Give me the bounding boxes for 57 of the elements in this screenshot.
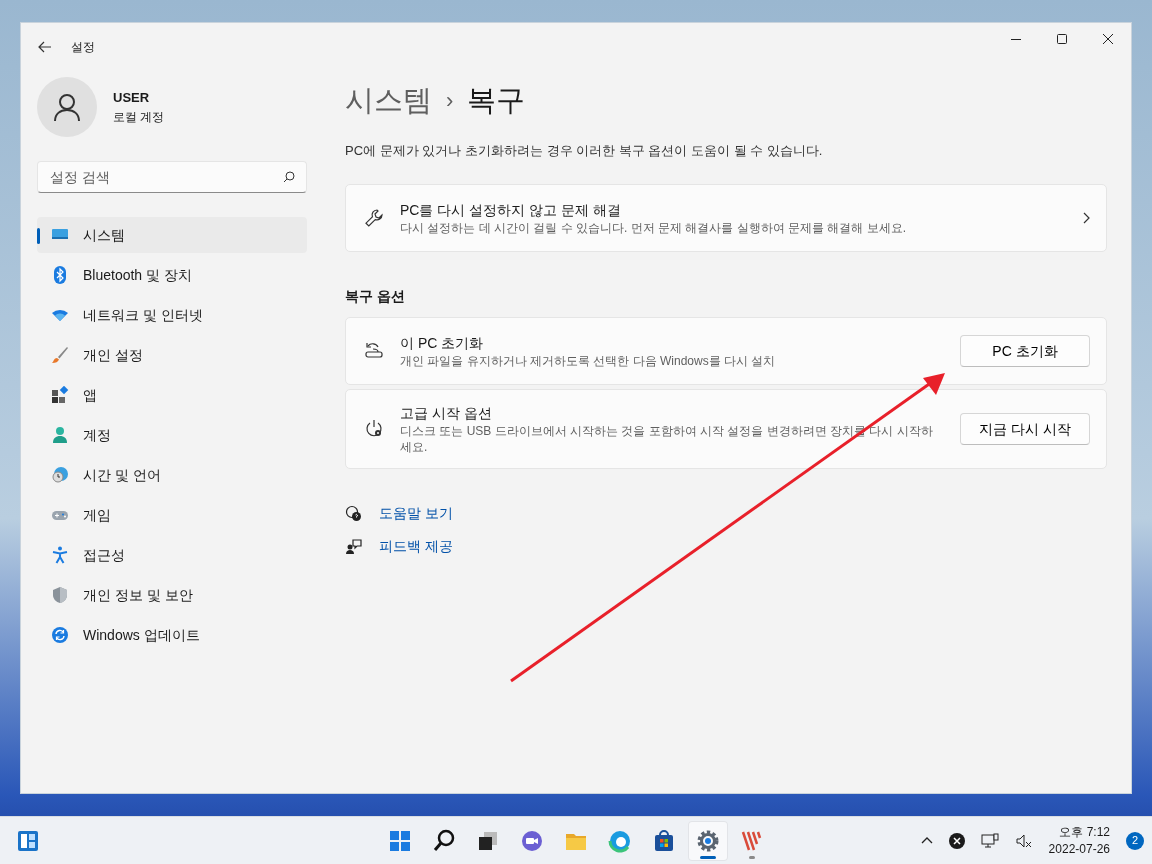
search-icon: [283, 171, 295, 183]
help-icon: [345, 504, 363, 523]
sidebar-item[interactable]: Bluetooth 및 장치: [37, 257, 307, 293]
sidebar-item[interactable]: 개인 정보 및 보안: [37, 577, 307, 613]
troubleshoot-card[interactable]: PC를 다시 설정하지 않고 문제 해결 다시 설정하는 데 시간이 걸릴 수 있습니다. 먼저 문제 해결사를 실행하여 문제를 해결해 보세요.: [345, 184, 1107, 252]
option-title: 이 PC 초기화: [400, 333, 485, 353]
page-description: PC에 문제가 있거나 초기화하려는 경우 이러한 복구 옵션이 도움이 될 수 있습니다.: [345, 141, 824, 160]
account-type: 로컬 계정: [113, 108, 165, 126]
sidebar-item[interactable]: 게임: [37, 497, 307, 533]
sidebar-item[interactable]: 앱: [37, 377, 307, 413]
troubleshoot-description: 다시 설정하는 데 시간이 걸릴 수 있습니다. 먼저 문제 해결사를 실행하여 문제를 해결해 보세요.: [400, 220, 907, 237]
paintbrush-icon: [51, 346, 69, 364]
section-title: 복구 옵션: [345, 287, 406, 306]
user-name: USER: [113, 89, 151, 108]
bluetooth-icon: [51, 266, 69, 284]
sidebar-item[interactable]: 시스템: [37, 217, 307, 253]
sidebar-item[interactable]: 개인 설정: [37, 337, 307, 373]
option-button[interactable]: PC 초기화: [960, 335, 1090, 367]
sidebar-item[interactable]: 네트워크 및 인터넷: [37, 297, 307, 333]
reset-pc-icon: [364, 341, 384, 361]
network-icon[interactable]: [980, 832, 999, 849]
minimize-icon[interactable]: [1011, 38, 1021, 40]
chevron-up-icon[interactable]: [920, 837, 933, 844]
apps-icon: [51, 386, 69, 404]
clock-date[interactable]: 2022-07-26: [1048, 840, 1110, 857]
window-title: 설정: [71, 39, 95, 56]
close-circle-icon[interactable]: [948, 832, 965, 849]
person-icon: [51, 426, 69, 444]
feedback-icon: [345, 537, 363, 556]
wrench-icon: [364, 208, 384, 228]
back-icon[interactable]: [38, 41, 52, 53]
sidebar-item[interactable]: 계정: [37, 417, 307, 453]
breadcrumb-separator: ›: [446, 87, 454, 116]
troubleshoot-title: PC를 다시 설정하지 않고 문제 해결: [400, 200, 622, 220]
sidebar-item[interactable]: 접근성: [37, 537, 307, 573]
help-link[interactable]: 피드백 제공: [379, 536, 453, 557]
sidebar-item[interactable]: Windows 업데이트: [37, 617, 307, 653]
sidebar-item[interactable]: 시간 및 언어: [37, 457, 307, 493]
page-title: 복구: [467, 83, 526, 118]
search-field[interactable]: 설정 검색: [37, 161, 307, 193]
sync-icon: [51, 626, 69, 644]
help-link[interactable]: 도움말 보기: [379, 503, 453, 524]
maximize-icon[interactable]: [1057, 34, 1067, 44]
breadcrumb-parent[interactable]: 시스템: [345, 79, 432, 123]
close-icon[interactable]: [1103, 34, 1113, 44]
gear-icon[interactable]: [688, 820, 728, 861]
globe-clock-icon: [51, 466, 69, 484]
chevron-right-icon: [1083, 212, 1090, 224]
accessibility-icon: [51, 546, 69, 564]
shield-icon: [51, 586, 69, 604]
option-title: 고급 시작 옵션: [400, 403, 493, 423]
notification-badge[interactable]: 2: [1126, 831, 1144, 850]
speaker-muted-icon[interactable]: [1014, 832, 1033, 849]
power-gear-icon: [364, 419, 384, 439]
clock-time[interactable]: 오후 7:12: [1048, 824, 1110, 841]
option-button[interactable]: 지금 다시 시작: [960, 413, 1090, 445]
option-description: 개인 파일을 유지하거나 제거하도록 선택한 다음 Windows를 다시 설치: [400, 353, 777, 370]
